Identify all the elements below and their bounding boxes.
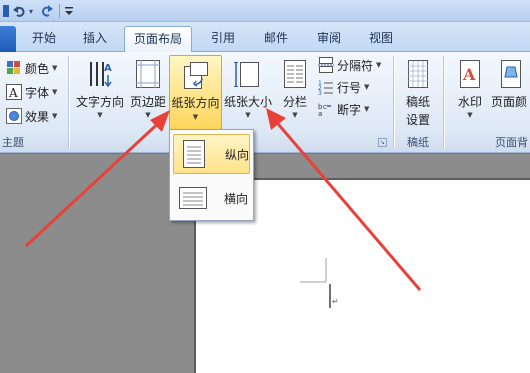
theme-fonts-button[interactable]: A 字体 ▼ — [6, 82, 57, 102]
palette-icon — [7, 61, 20, 74]
themes-group-label: 主题 — [2, 136, 24, 149]
ribbon: 颜色 ▼ A 字体 ▼ 效果 ▼ 主题 A 文字方向 ▼ 页边距 ▼ 纸张方向 … — [0, 52, 530, 153]
chevron-down-icon: ▼ — [364, 83, 370, 91]
svg-text:A: A — [8, 86, 18, 100]
orientation-icon — [183, 62, 208, 89]
quick-access-toolbar: ▾ — [0, 0, 530, 22]
page-setup-dialog-launcher-icon[interactable]: ↘ — [378, 138, 387, 147]
page-size-icon — [234, 62, 259, 87]
chevron-down-icon: ▼ — [245, 111, 251, 119]
tab-insert[interactable]: 插入 — [73, 26, 117, 52]
tab-view[interactable]: 视图 — [358, 26, 404, 52]
chevron-down-icon: ▼ — [467, 111, 473, 119]
hyphenation-button[interactable]: b c a 断字 ▼ — [318, 99, 369, 119]
undo-dropdown-icon[interactable]: ▾ — [27, 2, 35, 20]
font-icon: A — [6, 84, 22, 100]
svg-text:3: 3 — [318, 90, 322, 95]
chevron-down-icon: ▼ — [192, 113, 199, 121]
size-button[interactable]: 纸张大小 ▼ — [223, 55, 273, 133]
breaks-icon — [318, 57, 334, 73]
chevron-down-icon: ▼ — [145, 111, 151, 119]
page-color-button[interactable]: 页面颜 — [491, 55, 530, 133]
chevron-down-icon: ▼ — [52, 88, 58, 96]
document-area: ↵ — [0, 154, 530, 373]
chevron-down-icon: ▼ — [376, 61, 382, 69]
theme-fonts-label: 字体 — [25, 85, 50, 100]
watermark-icon: A — [460, 60, 480, 88]
redo-icon[interactable] — [40, 2, 54, 20]
chevron-down-icon: ▼ — [364, 105, 370, 113]
undo-icon[interactable] — [12, 2, 26, 20]
tab-home[interactable]: 开始 — [22, 26, 66, 52]
orientation-button[interactable]: 纸张方向 ▼ — [169, 55, 222, 130]
svg-text:a: a — [318, 110, 322, 117]
watermark-button[interactable]: A 水印 ▼ — [450, 55, 490, 133]
theme-colors-button[interactable]: 颜色 ▼ — [6, 58, 57, 78]
group-divider — [68, 56, 69, 148]
paragraph-mark-icon: ↵ — [332, 297, 339, 306]
hyphenation-icon: b c a — [318, 103, 331, 117]
theme-colors-label: 颜色 — [25, 61, 50, 76]
breaks-label: 分隔符 — [337, 58, 374, 73]
orientation-option-label: 纵向 — [225, 147, 250, 162]
svg-text:A: A — [104, 63, 112, 74]
file-tab[interactable] — [0, 26, 16, 52]
text-direction-label: 文字方向 — [75, 95, 124, 109]
ribbon-tab-bar: 开始 插入 页面布局 引用 邮件 审阅 视图 — [0, 22, 530, 53]
page-background-group-label: 页面背 — [495, 136, 528, 149]
orientation-option-landscape[interactable]: 横向 — [173, 178, 250, 218]
chevron-down-icon: ▼ — [292, 111, 298, 119]
size-label: 纸张大小 — [223, 95, 272, 109]
chevron-down-icon: ▼ — [97, 111, 103, 119]
tab-mailings[interactable]: 邮件 — [253, 26, 299, 52]
manuscript-grid-icon — [408, 60, 428, 88]
group-divider — [443, 56, 444, 148]
effects-icon — [6, 108, 22, 124]
manuscript-label-2: 设置 — [405, 113, 430, 127]
line-numbers-label: 行号 — [337, 80, 362, 95]
watermark-label: 水印 — [457, 95, 482, 109]
hyphenation-label: 断字 — [337, 102, 362, 117]
orientation-option-portrait[interactable]: 纵向 — [173, 134, 250, 174]
breaks-button[interactable]: 分隔符 ▼ — [318, 55, 381, 75]
text-direction-icon: A — [90, 62, 112, 88]
manuscript-group-label: 稿纸 — [407, 136, 429, 149]
group-divider — [393, 56, 394, 148]
tab-references[interactable]: 引用 — [199, 26, 247, 52]
landscape-page-icon — [179, 187, 207, 209]
margins-button[interactable]: 页边距 ▼ — [127, 55, 169, 133]
customize-qat-icon[interactable] — [64, 2, 74, 20]
text-direction-button[interactable]: A 文字方向 ▼ — [74, 55, 126, 133]
theme-effects-button[interactable]: 效果 ▼ — [6, 106, 57, 126]
tab-page-layout[interactable]: 页面布局 — [124, 26, 192, 53]
orientation-menu: 纵向 横向 — [169, 129, 254, 221]
columns-button[interactable]: 分栏 ▼ — [276, 55, 314, 133]
margin-corner-marker: ↵ — [300, 258, 339, 308]
margins-icon — [136, 60, 160, 88]
line-numbers-icon: 1 2 3 — [318, 80, 333, 95]
line-numbers-button[interactable]: 1 2 3 行号 ▼ — [318, 77, 369, 97]
margins-label: 页边距 — [129, 95, 166, 109]
orientation-label: 纸张方向 — [171, 96, 220, 110]
columns-label: 分栏 — [282, 95, 307, 109]
chevron-down-icon: ▼ — [52, 112, 58, 120]
columns-icon — [284, 60, 306, 88]
tab-review[interactable]: 审阅 — [306, 26, 352, 52]
svg-text:c: c — [323, 103, 327, 111]
orientation-option-label: 横向 — [224, 191, 249, 206]
manuscript-label-1: 稿纸 — [405, 95, 430, 109]
manuscript-settings-button[interactable]: 稿纸 设置 — [398, 55, 438, 133]
chevron-down-icon: ▼ — [52, 64, 58, 72]
toolbar-divider — [58, 2, 60, 20]
theme-effects-label: 效果 — [25, 109, 50, 124]
app-icon — [2, 2, 10, 20]
svg-text:A: A — [462, 65, 476, 84]
page-color-label: 页面颜 — [491, 95, 528, 109]
page-color-icon — [500, 60, 521, 88]
portrait-page-icon — [183, 140, 205, 168]
